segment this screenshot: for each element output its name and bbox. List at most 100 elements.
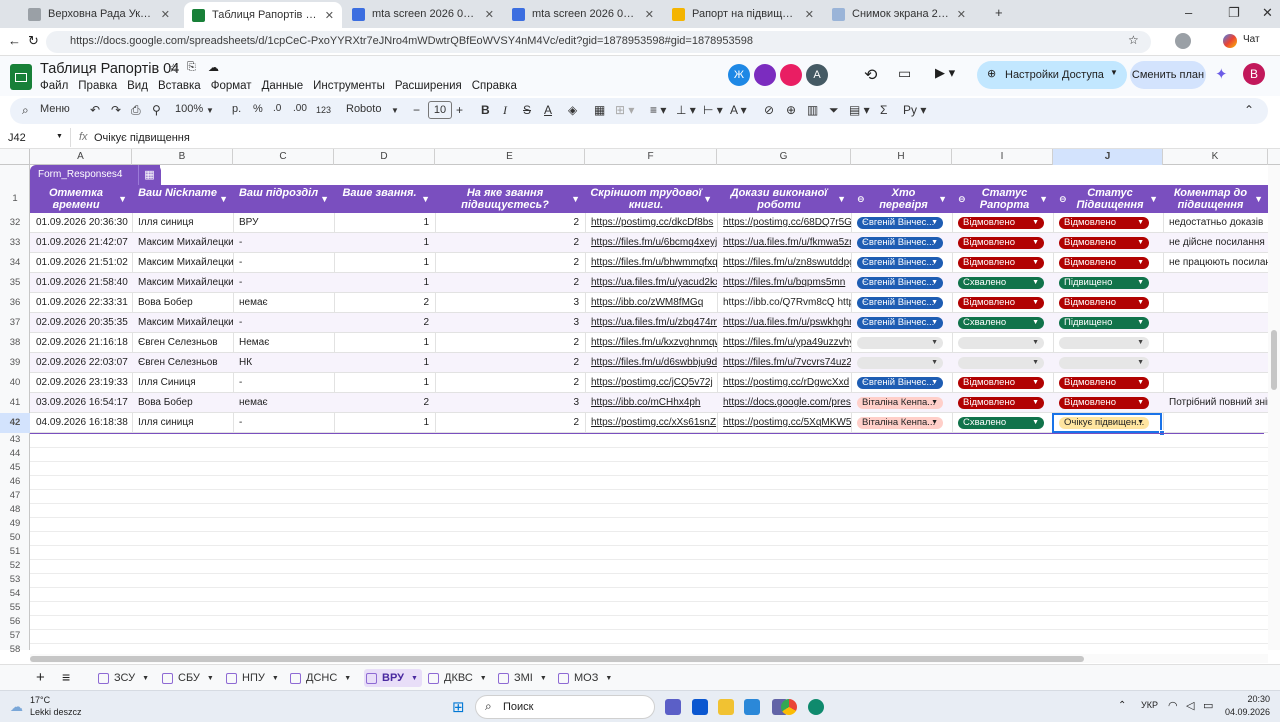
font-size-input[interactable]: 10 [428,101,452,119]
menu-search-button[interactable]: Меню [40,103,70,115]
insert-chart-icon[interactable]: ▥ [807,103,818,117]
merge-cells-icon[interactable]: ⊞ ▾ [615,103,634,117]
strikethrough-icon[interactable]: S [523,103,531,117]
table-header-cell[interactable]: Ваш Nickname ▼ [132,185,233,213]
screenshot-link-cell[interactable]: https://postimg.cc/jCQ5v72j [585,373,717,393]
chip-dropdown-icon[interactable]: ▼ [931,277,938,289]
comment-cell[interactable]: недостатньо доказів [1163,213,1280,233]
unit-cell[interactable]: Немає [233,333,334,353]
file-explorer-icon[interactable] [718,699,734,715]
share-button[interactable]: ⊕ Настройки Доступа ▼ [977,61,1127,89]
report-status-cell[interactable]: Відмовлено ▼ [952,293,1053,313]
row-header[interactable]: 44 [0,447,30,461]
chip-dropdown-icon[interactable]: ▼ [1032,317,1039,329]
chip-dropdown-icon[interactable]: ▼ [1032,417,1039,429]
column-header-a[interactable]: A [30,149,132,165]
nickname-cell[interactable]: Максим Михайлецкий [132,313,233,333]
row-header[interactable]: 46 [0,475,30,489]
table-header-cell[interactable]: Ваш підрозділ ▼ [233,185,334,213]
bold-icon[interactable]: B [481,103,490,117]
timestamp-cell[interactable]: 04.09.2026 16:18:38 [30,413,132,433]
report-status-cell[interactable]: ▼ [952,353,1053,373]
volume-icon[interactable]: ◁ [1186,699,1194,712]
chip-dropdown-icon[interactable]: ▼ [1032,337,1039,349]
promotion-status-cell[interactable]: ▼ [1053,353,1163,373]
browser-tab[interactable]: Снимок экрана 2026 09 01 22180 ✕ [824,3,974,25]
reviewer-cell[interactable]: ▼ [851,333,952,353]
sheet-tab-menu-icon[interactable]: ▼ [272,675,279,682]
sheet-tab[interactable]: МОЗ ▼ [558,669,616,687]
promotion-status-chip[interactable]: Підвищено ▼ [1059,317,1149,329]
column-dropdown-icon[interactable]: ▼ [219,193,228,205]
app-icon-1[interactable] [692,699,708,715]
menu-item[interactable]: Расширения [395,80,462,92]
screenshot-link-cell[interactable]: https://ibb.co/mCHhx4ph [585,393,717,413]
column-dropdown-icon[interactable]: ▼ [571,193,580,205]
chip-dropdown-icon[interactable]: ▼ [931,397,938,409]
sheet-tab-menu-icon[interactable]: ▼ [344,675,351,682]
promotion-status-cell[interactable]: Відмовлено ▼ [1053,393,1163,413]
report-status-cell[interactable]: Відмовлено ▼ [952,213,1053,233]
evidence-link-cell[interactable]: https://ua.files.fm/u/fkmwa5zm [717,233,851,253]
horizontal-align-icon[interactable]: ≡ ▾ [650,103,666,117]
table-header-cell[interactable]: Коментар до підвищення ▼ [1163,185,1268,213]
target-rank-cell[interactable]: 2 [435,333,579,353]
column-dropdown-icon[interactable]: ▼ [1039,193,1048,205]
report-status-chip[interactable]: Відмовлено ▼ [958,377,1044,389]
row-header[interactable]: 58 [0,643,30,657]
collaborator-avatar[interactable]: A [806,64,828,86]
zoom-select[interactable]: 100% [175,103,203,115]
row-header[interactable]: 37 [0,313,30,333]
tray-chevron-icon[interactable]: ⌃ [1118,700,1126,711]
promotion-status-chip[interactable]: Підвищено ▼ [1059,277,1149,289]
comment-cell[interactable] [1163,313,1280,333]
report-status-chip[interactable]: Відмовлено ▼ [958,397,1044,409]
change-plan-button[interactable]: Сменить план [1130,61,1206,89]
menu-item[interactable]: Инструменты [313,80,385,92]
browser-tab[interactable]: Таблиця Рапортів 04 - Google Та ✕ [184,2,342,28]
report-status-cell[interactable]: Відмовлено ▼ [952,393,1053,413]
reviewer-cell[interactable]: Євгеній Вінчес... ▼ [851,233,952,253]
table-header-cell[interactable]: Статус Підвищення ▼ ⊖ [1053,185,1163,213]
rank-cell[interactable]: 1 [334,413,429,433]
chip-dropdown-icon[interactable]: ▼ [1032,237,1039,249]
nickname-cell[interactable]: Євген Селезньов [132,333,233,353]
table-header-cell[interactable]: Хто перевіря ▼ ⊖ [851,185,952,213]
report-status-cell[interactable]: Схвалено ▼ [952,313,1053,333]
row-header[interactable]: 35 [0,273,30,293]
chip-dropdown-icon[interactable]: ▼ [931,377,938,389]
star-icon[interactable]: ☆ [168,61,179,75]
promotion-status-chip[interactable]: Відмовлено ▼ [1059,217,1149,229]
chip-dropdown-icon[interactable]: ▼ [931,297,938,309]
reviewer-cell[interactable]: Євгеній Вінчес... ▼ [851,213,952,233]
comment-cell[interactable]: Потрібний повний знімок [1163,393,1280,413]
clock-time[interactable]: 20:30 [1226,694,1270,704]
nickname-cell[interactable]: Ілля Синиця [132,373,233,393]
browser-tab[interactable]: mta screen 2026 09 04 16 14 25 - ✕ [504,3,662,25]
chip-dropdown-icon[interactable]: ▼ [1137,397,1144,409]
report-status-chip[interactable]: Відмовлено ▼ [958,257,1044,269]
tab-close-icon[interactable]: ✕ [161,8,170,21]
reviewer-chip[interactable]: Віталіна Кенпа... ▼ [857,417,943,429]
column-dropdown-icon[interactable]: ▼ [703,193,712,205]
timestamp-cell[interactable]: 02.09.2026 21:16:18 [30,333,132,353]
promotion-status-cell[interactable]: Відмовлено ▼ [1053,253,1163,273]
row-header[interactable]: 48 [0,503,30,517]
row-header[interactable]: 42 [0,413,30,433]
table-view-icon[interactable]: ▦ [138,165,160,185]
text-wrap-icon[interactable]: ⊢ ▾ [703,103,723,117]
report-status-chip[interactable]: ▼ [958,337,1044,349]
minimize-button[interactable]: – [1185,5,1192,20]
row-header[interactable]: 33 [0,233,30,253]
menu-item[interactable]: Файл [40,80,68,92]
evidence-link-cell[interactable]: https://ibb.co/Q7Rvm8cQ https [717,293,851,313]
chip-dropdown-icon[interactable]: ▼ [1137,337,1144,349]
promotion-status-chip[interactable]: Відмовлено ▼ [1059,237,1149,249]
menu-item[interactable]: Справка [472,80,517,92]
sheet-tab[interactable]: ЗСУ ▼ [98,669,156,687]
print-icon[interactable]: ⎙ [131,103,141,118]
comment-cell[interactable] [1163,333,1280,353]
row-header[interactable]: 50 [0,531,30,545]
timestamp-cell[interactable]: 01.09.2026 21:51:02 [30,253,132,273]
comment-cell[interactable] [1163,273,1280,293]
